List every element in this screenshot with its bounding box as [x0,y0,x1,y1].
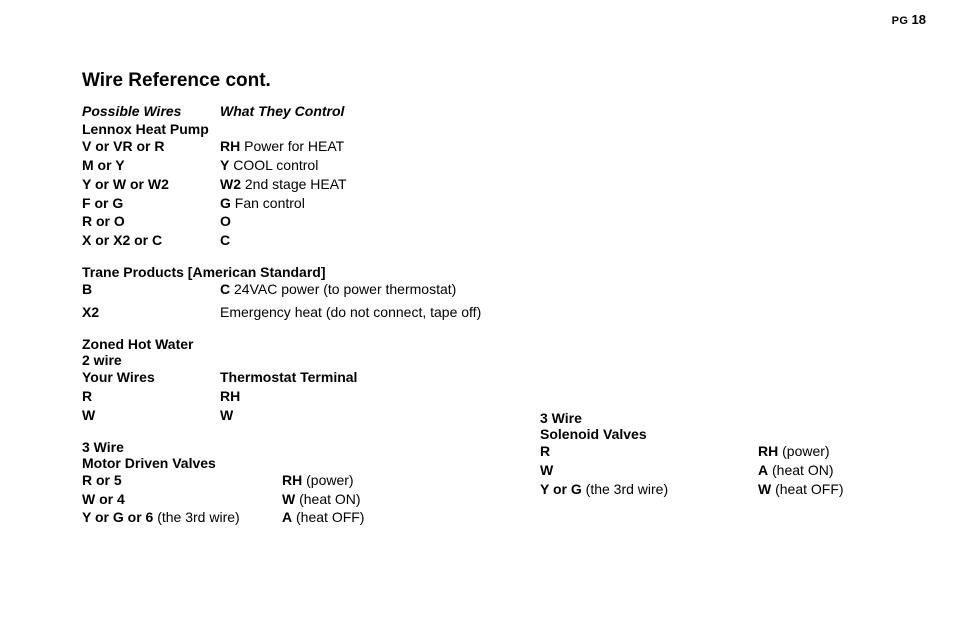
terminal-key: G [220,195,231,211]
wire-control: Emergency heat (do not connect, tape off… [220,303,481,322]
wire-control: A (heat ON) [758,461,833,480]
terminal-key: W [220,406,233,425]
terminal-key: C [220,232,230,248]
motor-title-1: 3 Wire [82,439,481,455]
solenoid-title-1: 3 Wire [540,410,844,426]
terminal-key: RH [282,472,302,488]
lennox-row: X or X2 or CC [82,231,481,250]
page-label: PG [892,15,909,27]
page-title: Wire Reference cont. [82,70,481,92]
terminal-desc: Power for HEAT [240,138,344,154]
lennox-row: M or YY COOL control [82,156,481,175]
terminal-key: O [220,213,231,229]
wire-label: Y or G [540,481,582,497]
wire-label: R [540,443,550,459]
terminal-desc: (power) [778,443,829,459]
wire-control: A (heat OFF) [282,508,364,527]
page-number-value: 18 [912,12,926,27]
terminal-key: RH [220,138,240,154]
terminal-desc: (heat ON) [768,462,833,478]
terminal-desc: (heat OFF) [771,481,843,497]
wire-label-wrap: Y or G (the 3rd wire) [540,480,758,499]
wire-control: RH Power for HEAT [220,137,344,156]
zoned-title-1: Zoned Hot Water [82,336,481,352]
wire-control: W (heat ON) [282,490,361,509]
terminal-key: A [282,509,292,525]
terminal-key: RH [758,443,778,459]
wire-control: RH (power) [282,471,354,490]
wire-label: W [82,406,220,425]
terminal-desc: (heat OFF) [292,509,364,525]
trane-title: Trane Products [American Standard] [82,264,481,280]
motor-row: R or 5 RH (power) [82,471,481,490]
terminal-desc: 24VAC power (to power thermostat) [230,281,456,297]
wire-control: O [220,212,231,231]
terminal-desc: (heat ON) [295,491,360,507]
wire-note: (the 3rd wire) [153,509,239,525]
wire-label-wrap: Y or G or 6 (the 3rd wire) [82,508,282,527]
wire-label: X or X2 or C [82,231,220,250]
zoned-header-b: Thermostat Terminal [220,368,357,387]
wire-label: Y or G or 6 [82,509,153,525]
terminal-desc: COOL control [229,157,318,173]
content-area: Wire Reference cont. Possible Wires What… [82,70,481,527]
wire-label: B [82,280,220,299]
wire-control: C 24VAC power (to power thermostat) [220,280,456,299]
wire-label: W [540,462,553,478]
lennox-row: Y or W or W2W2 2nd stage HEAT [82,175,481,194]
trane-row: X2Emergency heat (do not connect, tape o… [82,303,481,322]
terminal-key: Y [220,157,229,173]
solenoid-row: W A (heat ON) [540,461,844,480]
wire-label: R or 5 [82,472,122,488]
lennox-title: Lennox Heat Pump [82,121,481,137]
wire-label-wrap: R or 5 [82,471,282,490]
terminal-desc: Fan control [231,195,305,211]
wire-label: Y or W or W2 [82,175,220,194]
wire-label: R or O [82,212,220,231]
terminal-desc: Emergency heat (do not connect, tape off… [220,304,481,320]
header-what-control: What They Control [220,102,344,121]
terminal-key: W2 [220,176,241,192]
solenoid-row: Y or G (the 3rd wire)W (heat OFF) [540,480,844,499]
zoned-header-a: Your Wires [82,368,220,387]
wire-label: X2 [82,303,220,322]
zoned-title-2: 2 wire [82,352,481,368]
motor-title-2: Motor Driven Valves [82,455,481,471]
wire-label: F or G [82,194,220,213]
solenoid-title-2: Solenoid Valves [540,426,844,442]
wire-label: R [82,387,220,406]
terminal-key: W [282,491,295,507]
wire-label-wrap: W [540,461,758,480]
terminal-key: RH [220,387,240,406]
wire-label-wrap: R [540,442,758,461]
terminal-desc: (power) [302,472,353,488]
motor-row: W or 4 W (heat ON) [82,490,481,509]
trane-row: BC 24VAC power (to power thermostat) [82,280,481,299]
wire-label: M or Y [82,156,220,175]
terminal-key: A [758,462,768,478]
motor-row: Y or G or 6 (the 3rd wire)A (heat OFF) [82,508,481,527]
solenoid-row: R RH (power) [540,442,844,461]
terminal-key: C [220,281,230,297]
wire-label: W or 4 [82,491,125,507]
lennox-row: R or OO [82,212,481,231]
zoned-row: WW [82,406,481,425]
wire-label-wrap: W or 4 [82,490,282,509]
wire-control: C [220,231,230,250]
solenoid-block: 3 Wire Solenoid Valves RRH (power) WA (h… [540,410,844,499]
terminal-desc: 2nd stage HEAT [241,176,347,192]
wire-control: W2 2nd stage HEAT [220,175,347,194]
lennox-row: V or VR or RRH Power for HEAT [82,137,481,156]
wire-control: W (heat OFF) [758,480,844,499]
header-possible-wires: Possible Wires [82,102,220,121]
wire-control: Y COOL control [220,156,318,175]
page-number: PG 18 [892,12,926,27]
wire-control: RH (power) [758,442,830,461]
wire-label: V or VR or R [82,137,220,156]
lennox-row: F or GG Fan control [82,194,481,213]
wire-note: (the 3rd wire) [582,481,668,497]
wire-control: G Fan control [220,194,305,213]
zoned-row: RRH [82,387,481,406]
terminal-key: W [758,481,771,497]
